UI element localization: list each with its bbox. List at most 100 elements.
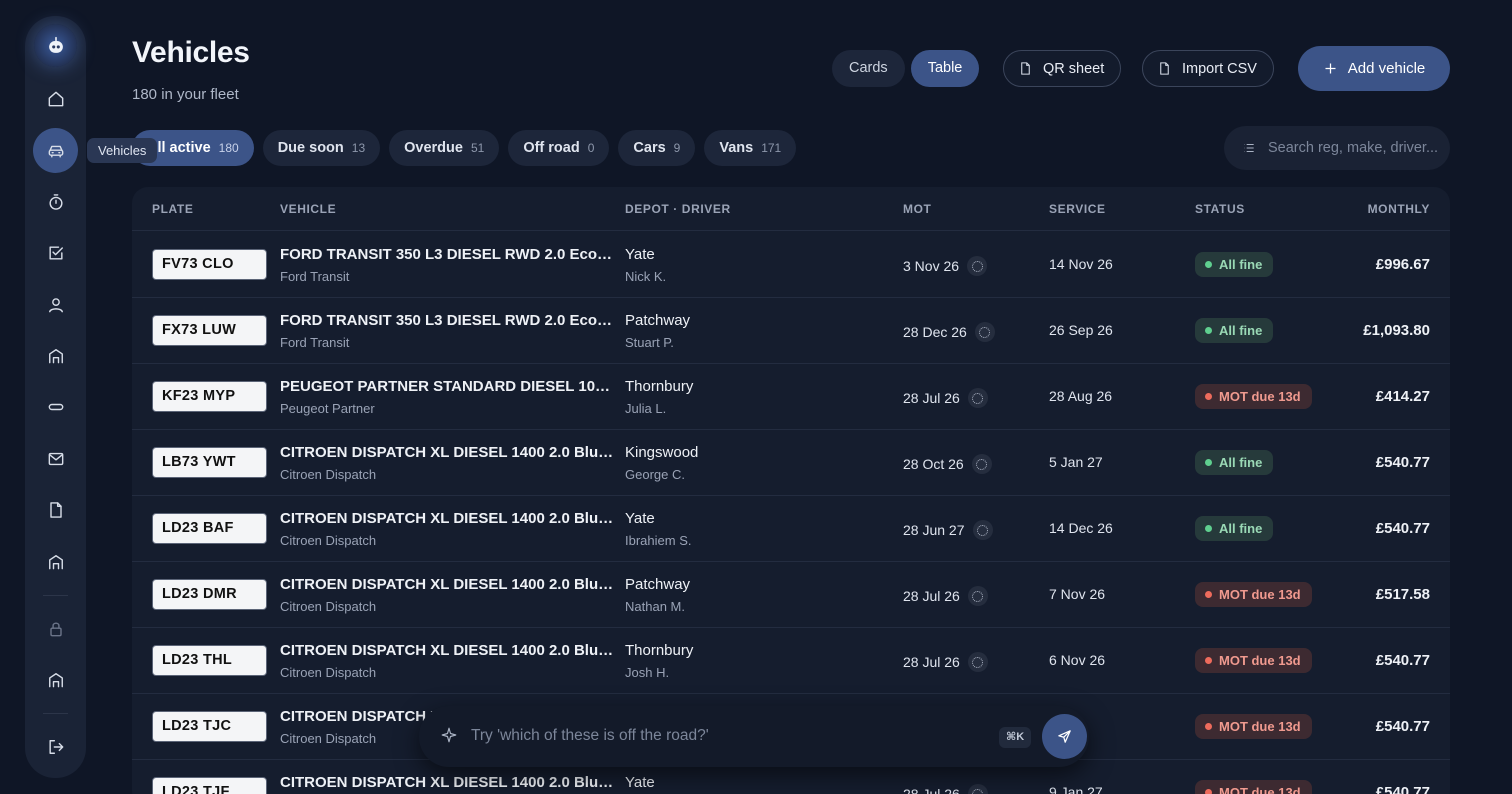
- sidebar-item-people[interactable]: [33, 282, 78, 327]
- lock-icon: [49, 621, 62, 636]
- depot-name: Thornbury: [625, 378, 694, 395]
- mot-date-text: 28 Oct 26: [903, 456, 964, 472]
- sidebar-item-depots[interactable]: [33, 333, 78, 378]
- view-cards-button[interactable]: Cards: [832, 50, 905, 87]
- depot-name: Thornbury: [625, 642, 694, 659]
- driver-name: Stuart P.: [625, 335, 674, 350]
- monthly-cost: £540.77: [1375, 652, 1430, 669]
- vehicle-name: CITROEN DISPATCH XL DIESEL 1400 2.0 Blue…: [280, 444, 614, 461]
- filter-cars[interactable]: Cars 9: [618, 130, 696, 166]
- driver-name: Ibrahiem S.: [625, 533, 692, 548]
- vehicle-model: Ford Transit: [280, 335, 350, 350]
- status-badge: All fine: [1195, 252, 1274, 277]
- depot-name: Yate: [625, 510, 655, 527]
- filter-count: 51: [470, 141, 485, 155]
- view-toggle: Cards Table: [832, 50, 980, 87]
- status-text: MOT due 13d: [1219, 653, 1301, 668]
- status-dot-icon: [1205, 261, 1212, 268]
- status-badge: All fine: [1195, 516, 1274, 541]
- plate-badge: LD23 BAF: [152, 513, 267, 544]
- table-row[interactable]: FX73 LUW FORD TRANSIT 350 L3 DIESEL RWD 2…: [132, 298, 1450, 364]
- sidebar-item-vehicles[interactable]: [33, 128, 78, 173]
- mot-date: 3 Nov 26: [903, 256, 988, 276]
- status-dot-icon: [1205, 789, 1212, 794]
- file-icon: [1021, 62, 1030, 75]
- column-service[interactable]: SERVICE: [1049, 202, 1106, 216]
- table-row[interactable]: FV73 CLO FORD TRANSIT 350 L3 DIESEL RWD 2…: [132, 232, 1450, 298]
- table-row[interactable]: LB73 YWT CITROEN DISPATCH XL DIESEL 1400 …: [132, 430, 1450, 496]
- file-icon: [49, 501, 62, 518]
- column-monthly[interactable]: MONTHLY: [1368, 202, 1430, 216]
- send-button[interactable]: [1042, 714, 1087, 759]
- loading-icon: [974, 322, 995, 342]
- import-csv-button[interactable]: Import CSV: [1142, 50, 1274, 87]
- sidebar: [25, 16, 86, 778]
- filter-label: Cars: [633, 140, 666, 156]
- service-date: 9 Jan 27: [1049, 784, 1103, 794]
- qr-sheet-button[interactable]: QR sheet: [1003, 50, 1122, 87]
- column-vehicle[interactable]: VEHICLE: [280, 202, 336, 216]
- column-plate[interactable]: PLATE: [152, 202, 193, 216]
- app-logo[interactable]: [34, 24, 77, 67]
- filter-due-soon[interactable]: Due soon 13: [262, 130, 381, 166]
- sidebar-item-tags[interactable]: [33, 384, 78, 429]
- table-row[interactable]: KF23 MYP PEUGEOT PARTNER STANDARD DIESEL …: [132, 364, 1450, 430]
- capsule-icon: [48, 403, 63, 410]
- status-badge: MOT due 13d: [1195, 384, 1312, 409]
- status-text: All fine: [1219, 521, 1263, 536]
- mot-date-text: 28 Jul 26: [903, 390, 960, 406]
- filter-vans[interactable]: Vans 171: [704, 130, 797, 166]
- sidebar-item-messages[interactable]: [33, 436, 78, 481]
- filter-off-road[interactable]: Off road 0: [508, 130, 610, 166]
- view-table-button[interactable]: Table: [910, 50, 980, 87]
- driver-name: Josh H.: [625, 665, 670, 680]
- command-input[interactable]: [471, 725, 991, 747]
- vehicle-model: Citroen Dispatch: [280, 731, 377, 746]
- plate-badge: LD23 THL: [152, 645, 267, 676]
- sparkle-icon: [440, 726, 458, 744]
- mot-date-text: 28 Dec 26: [903, 324, 967, 340]
- status-dot-icon: [1205, 723, 1212, 730]
- depot-name: Yate: [625, 246, 655, 263]
- filter-label: Off road: [523, 140, 580, 156]
- table-header: PLATE VEHICLE DEPOT · DRIVER MOT SERVICE…: [132, 187, 1450, 231]
- status-text: All fine: [1219, 455, 1263, 470]
- vehicle-name: PEUGEOT PARTNER STANDARD DIESEL 1000 1.5…: [280, 378, 614, 395]
- sidebar-item-garages[interactable]: [33, 539, 78, 584]
- column-mot[interactable]: MOT: [903, 202, 931, 216]
- loading-icon: [967, 784, 988, 794]
- vehicle-name: CITROEN DISPATCH XL DIESEL 1400 2.0 Blue…: [280, 576, 614, 593]
- sidebar-item-home[interactable]: [33, 76, 78, 121]
- sidebar-item-logout[interactable]: [33, 724, 78, 769]
- sidebar-item-locked[interactable]: [33, 606, 78, 651]
- table-row[interactable]: LD23 THL CITROEN DISPATCH XL DIESEL 1400 …: [132, 628, 1450, 694]
- column-status[interactable]: STATUS: [1195, 202, 1245, 216]
- mot-date-text: 28 Jun 27: [903, 522, 965, 538]
- service-date: 14 Dec 26: [1049, 520, 1113, 536]
- service-date: 28 Aug 26: [1049, 388, 1113, 404]
- filter-overdue[interactable]: Overdue 51: [389, 130, 500, 166]
- plus-icon: [1325, 63, 1336, 74]
- sidebar-item-timer[interactable]: [33, 179, 78, 224]
- shortcut-hint: ⌘K: [999, 727, 1032, 748]
- sidebar-item-company[interactable]: [33, 657, 78, 702]
- search-input[interactable]: [1268, 140, 1440, 156]
- mot-date-text: 28 Jul 26: [903, 786, 960, 794]
- status-text: All fine: [1219, 323, 1263, 338]
- sidebar-tooltip: Vehicles: [87, 138, 158, 163]
- sidebar-item-tasks[interactable]: [33, 230, 78, 275]
- table-row[interactable]: LD23 BAF CITROEN DISPATCH XL DIESEL 1400 …: [132, 496, 1450, 562]
- status-text: All fine: [1219, 257, 1263, 272]
- status-dot-icon: [1205, 591, 1212, 598]
- monthly-cost: £1,093.80: [1363, 322, 1430, 339]
- table-row[interactable]: LD23 DMR CITROEN DISPATCH XL DIESEL 1400 …: [132, 562, 1450, 628]
- loading-icon: [967, 388, 988, 408]
- column-depot-driver[interactable]: DEPOT · DRIVER: [625, 202, 731, 216]
- sidebar-item-documents[interactable]: [33, 487, 78, 532]
- vehicle-model: Citroen Dispatch: [280, 533, 377, 548]
- mail-icon: [48, 452, 63, 465]
- mot-date: 28 Jul 26: [903, 388, 988, 408]
- add-vehicle-button[interactable]: Add vehicle: [1298, 46, 1450, 91]
- checkbox-icon: [48, 245, 63, 260]
- import-csv-label: Import CSV: [1182, 60, 1257, 77]
